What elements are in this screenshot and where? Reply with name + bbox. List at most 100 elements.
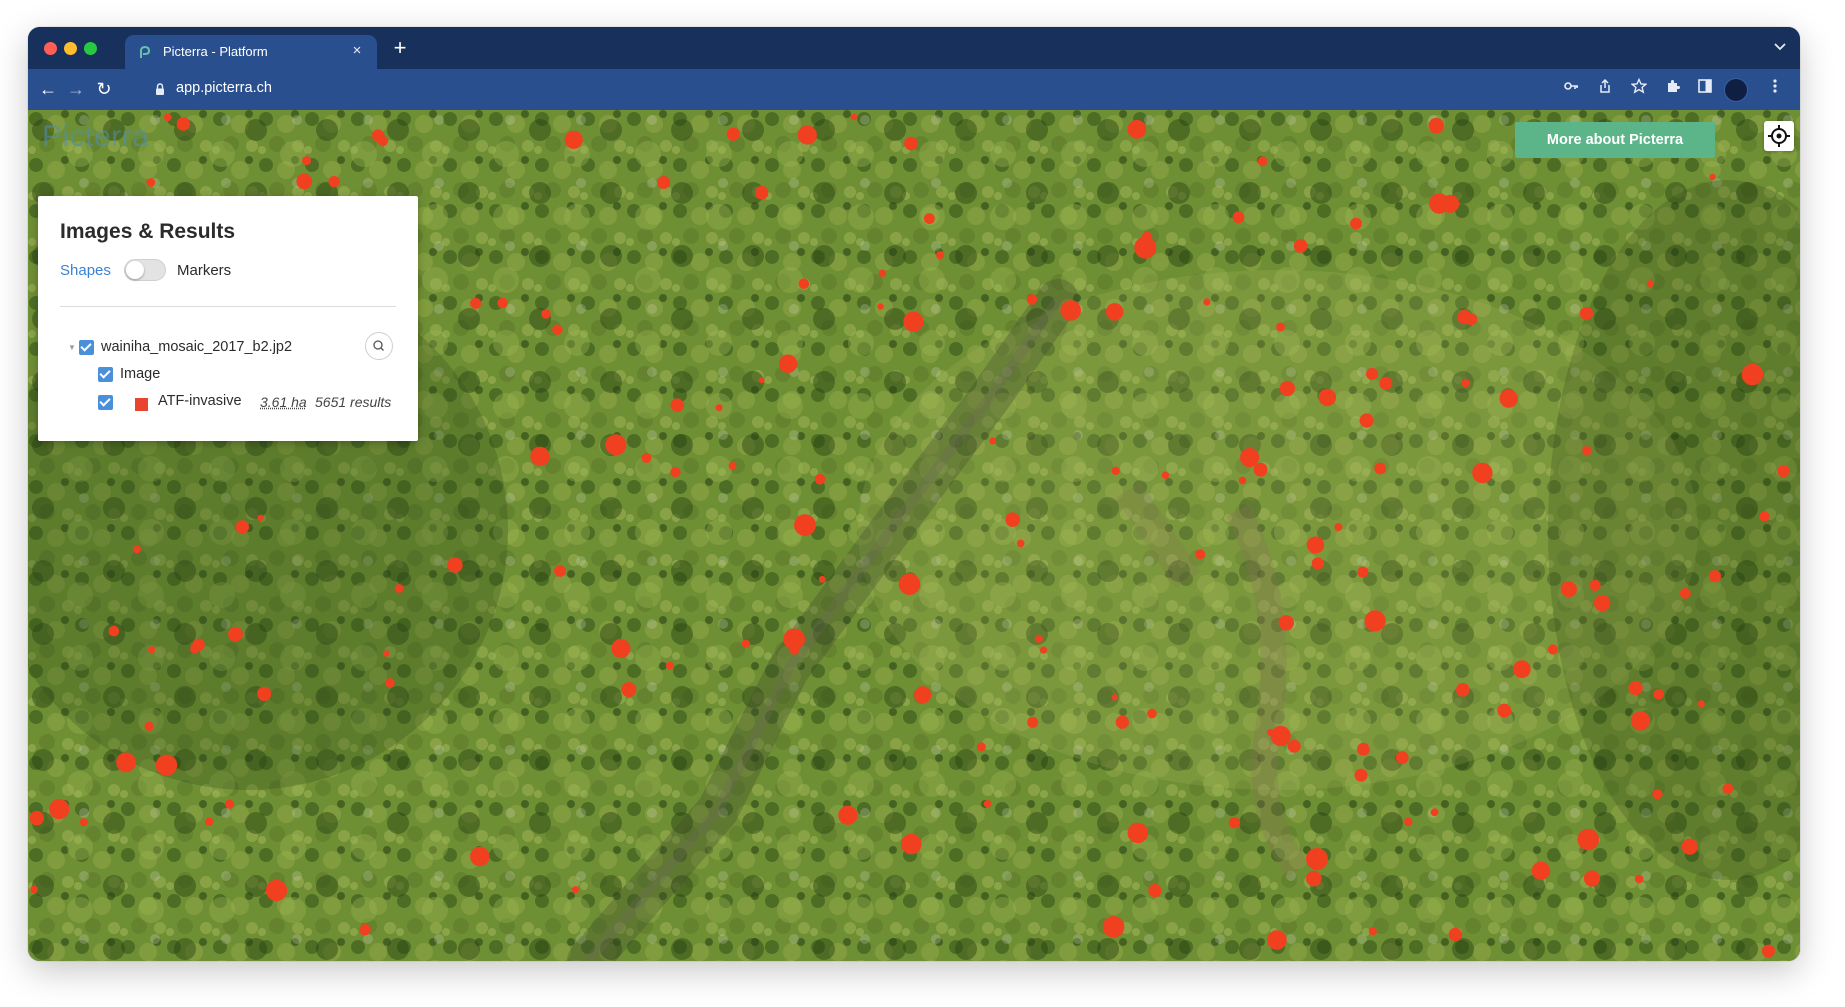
- locate-button[interactable]: [1764, 121, 1794, 151]
- detection-marker: [1531, 861, 1551, 880]
- menu-icon[interactable]: [1764, 78, 1786, 100]
- detection-marker: [190, 643, 200, 654]
- detection-marker: [1679, 588, 1691, 599]
- share-icon[interactable]: [1594, 78, 1616, 100]
- markers-label[interactable]: Markers: [177, 262, 231, 279]
- detection-marker: [1306, 870, 1322, 887]
- detection-marker: [530, 446, 550, 467]
- tab-strip: Picterra - Platform × +: [28, 27, 1800, 69]
- detection-marker: [1589, 579, 1601, 591]
- detection-marker: [224, 799, 235, 809]
- detection-marker: [1628, 680, 1643, 696]
- detection-marker: [1147, 708, 1157, 719]
- picterra-favicon-icon: [140, 45, 151, 58]
- shapes-markers-toggle[interactable]: [124, 259, 166, 281]
- result-color-swatch: [135, 398, 148, 411]
- detection-marker: [665, 661, 674, 670]
- tab-picterra[interactable]: Picterra - Platform ×: [125, 35, 377, 69]
- detection-marker: [541, 309, 551, 319]
- detection-marker: [1034, 634, 1043, 643]
- minimize-window-button[interactable]: [64, 42, 77, 55]
- detection-marker: [1497, 703, 1512, 718]
- detection-marker: [163, 113, 172, 122]
- detection-marker: [146, 178, 156, 187]
- detection-marker: [470, 297, 482, 309]
- detection-marker: [1228, 816, 1241, 829]
- detection-marker: [670, 467, 681, 478]
- zoom-window-button[interactable]: [84, 42, 97, 55]
- detection-marker: [1395, 751, 1409, 765]
- detection-marker: [1583, 870, 1601, 887]
- detection-marker: [385, 678, 395, 688]
- lock-icon[interactable]: [155, 83, 165, 96]
- detection-marker: [1267, 930, 1287, 950]
- detection-marker: [755, 186, 769, 200]
- detection-marker: [1759, 511, 1770, 522]
- detection-marker: [176, 117, 191, 131]
- detection-marker: [1379, 376, 1393, 390]
- detection-marker: [1709, 173, 1716, 181]
- shapes-label[interactable]: Shapes: [60, 262, 111, 279]
- detection-marker: [1134, 236, 1157, 259]
- detection-marker: [497, 297, 508, 309]
- detection-marker: [1115, 715, 1129, 729]
- profile-avatar[interactable]: [1724, 78, 1748, 102]
- detection-marker: [1161, 471, 1170, 479]
- detection-marker: [554, 565, 566, 577]
- key-icon[interactable]: [1560, 78, 1582, 100]
- forward-button[interactable]: →: [64, 77, 88, 101]
- extensions-icon[interactable]: [1662, 78, 1684, 100]
- sidepanel-icon[interactable]: [1694, 78, 1716, 100]
- back-button[interactable]: ←: [36, 77, 60, 101]
- detection-marker: [1279, 380, 1296, 397]
- zoom-to-image-button[interactable]: [365, 332, 393, 360]
- detection-marker: [1040, 646, 1048, 654]
- star-icon[interactable]: [1628, 77, 1650, 100]
- detection-marker: [1547, 644, 1558, 655]
- detection-marker: [783, 628, 805, 651]
- detection-marker: [1253, 462, 1268, 477]
- detection-marker: [265, 879, 288, 902]
- detection-marker: [1270, 725, 1291, 747]
- detection-marker: [850, 113, 858, 121]
- detection-marker: [205, 817, 214, 826]
- detection-marker: [1016, 539, 1025, 548]
- detection-marker: [1357, 742, 1370, 756]
- new-tab-button[interactable]: +: [388, 37, 412, 59]
- detection-marker: [79, 818, 88, 827]
- image-file-checkbox[interactable]: [79, 340, 94, 355]
- detection-marker: [1777, 464, 1790, 478]
- close-window-button[interactable]: [44, 42, 57, 55]
- detection-marker: [1127, 822, 1149, 844]
- address-bar[interactable]: app.picterra.ch: [176, 80, 272, 96]
- detection-marker: [1722, 783, 1734, 795]
- detection-marker: [235, 520, 249, 534]
- image-layer-checkbox[interactable]: [98, 367, 113, 382]
- reload-button[interactable]: ↻: [92, 77, 116, 101]
- detection-marker: [989, 437, 997, 445]
- more-about-picterra-button[interactable]: More about Picterra: [1515, 122, 1715, 158]
- detection-marker: [1276, 322, 1285, 332]
- detection-marker: [155, 754, 178, 776]
- detection-marker: [1278, 615, 1295, 631]
- detection-marker: [1357, 566, 1369, 578]
- detection-marker: [1257, 156, 1268, 167]
- detection-marker: [1306, 536, 1325, 554]
- detection-marker: [1681, 838, 1698, 855]
- detection-marker: [1105, 303, 1124, 321]
- collapse-caret-icon[interactable]: ▼: [68, 343, 76, 352]
- result-layer-checkbox[interactable]: [98, 395, 113, 410]
- map-viewport[interactable]: Picterra More about Picterra Images & Re…: [28, 110, 1800, 961]
- detection-marker: [1499, 389, 1518, 408]
- result-area: 3.61 ha: [260, 394, 307, 410]
- detection-marker: [1267, 728, 1274, 736]
- detection-marker: [924, 213, 935, 224]
- detection-marker: [1456, 683, 1470, 697]
- detection-marker: [1364, 610, 1386, 632]
- detection-marker: [1430, 808, 1439, 817]
- tab-search-chevron-icon[interactable]: [1774, 40, 1786, 54]
- detection-marker: [903, 311, 924, 332]
- detection-marker: [1203, 298, 1211, 306]
- detection-marker: [1428, 117, 1445, 134]
- close-tab-button[interactable]: ×: [347, 41, 367, 61]
